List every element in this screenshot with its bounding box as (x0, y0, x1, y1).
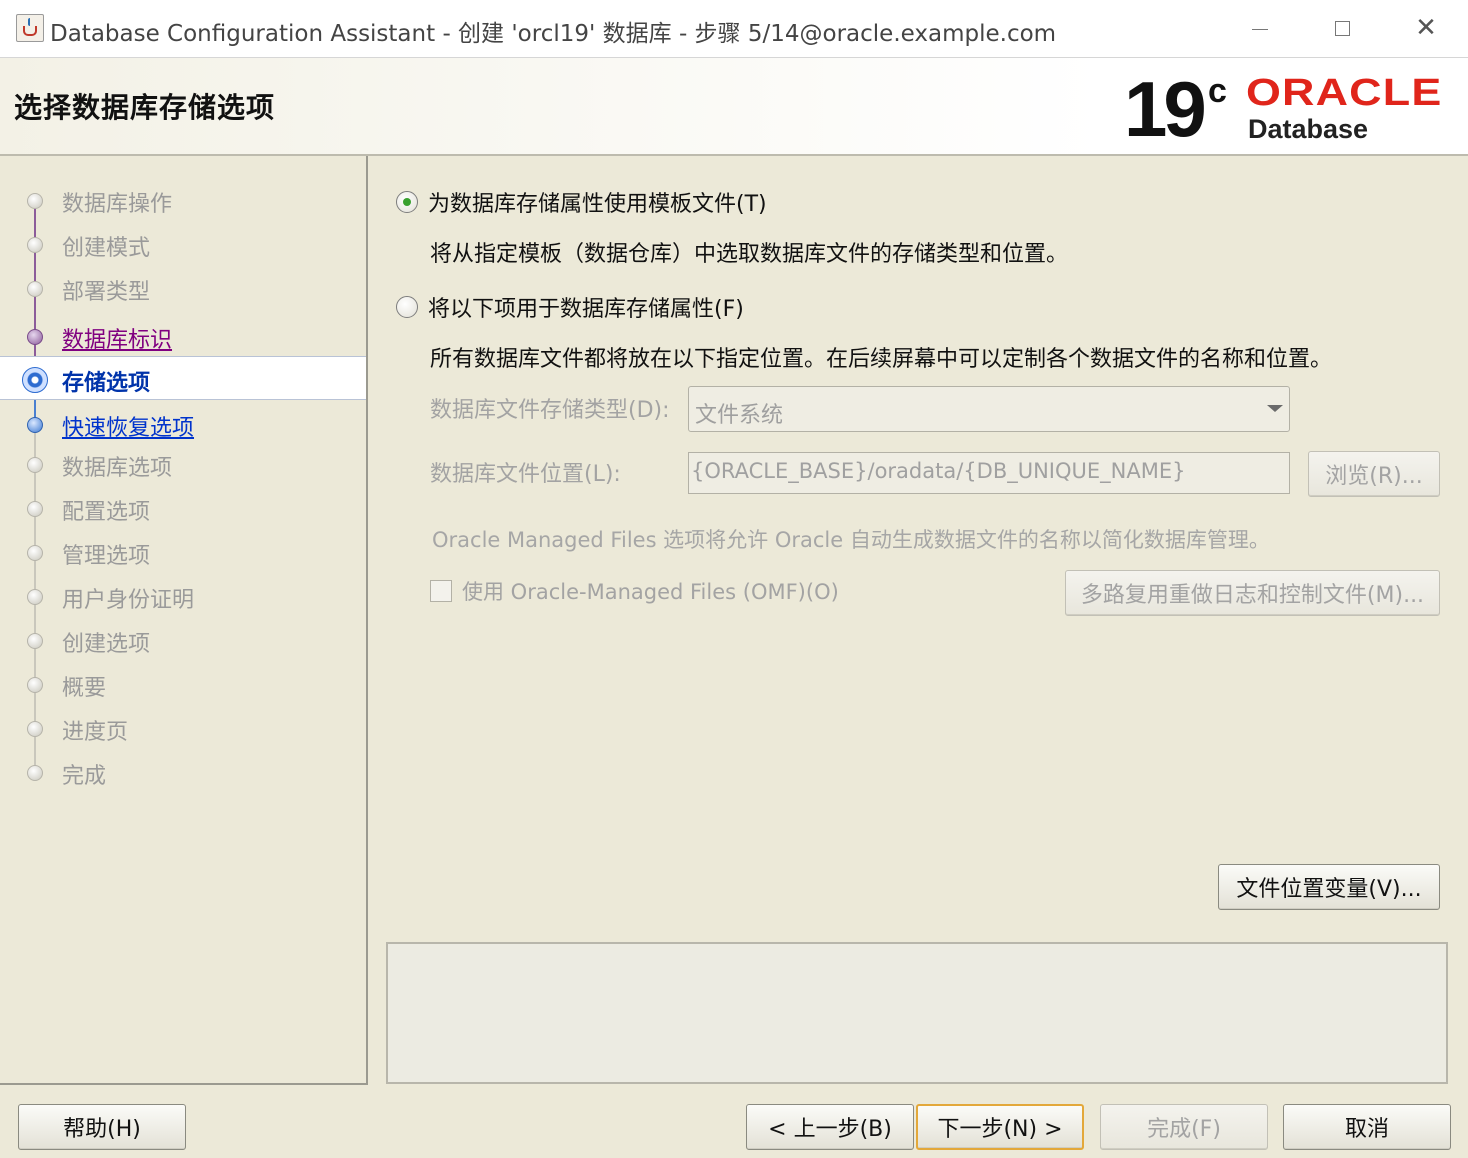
step-item: 配置选项 (0, 488, 366, 528)
step-dot-icon (27, 501, 43, 517)
file-location-variables-button[interactable]: 文件位置变量(V)... (1218, 864, 1440, 910)
storage-type-value: 文件系统 (695, 403, 784, 428)
step-label: 配置选项 (62, 500, 151, 525)
step-label: 数据库选项 (62, 456, 173, 481)
step-dot-icon (27, 765, 43, 781)
step-label: 管理选项 (62, 544, 151, 569)
template-storage-label[interactable]: 为数据库存储属性使用模板文件(T) (428, 186, 767, 218)
step-label: 数据库操作 (62, 192, 173, 217)
custom-storage-option[interactable]: 将以下项用于数据库存储属性(F) (396, 291, 744, 323)
current-step-label: 存储选项 (62, 371, 151, 396)
step-item: 进度页 (0, 708, 366, 748)
page-title: 选择数据库存储选项 (14, 91, 276, 124)
step-item: 管理选项 (0, 532, 366, 572)
storage-type-label: 数据库文件存储类型(D): (430, 398, 670, 423)
logo-superscript: c (1208, 72, 1227, 110)
step-item: 完成 (0, 752, 366, 792)
step-item: 数据库操作 (0, 180, 366, 220)
maximize-icon (1334, 20, 1350, 36)
template-storage-option[interactable]: 为数据库存储属性使用模板文件(T) (396, 186, 767, 218)
template-storage-radio[interactable] (396, 191, 418, 213)
help-button[interactable]: 帮助(H) (18, 1104, 186, 1150)
custom-storage-description: 所有数据库文件都将放在以下指定位置。在后续屏幕中可以定制各个数据文件的名称和位置… (430, 347, 1333, 372)
step-dot-icon (27, 633, 43, 649)
step-dot-icon (27, 329, 43, 345)
step-item: 数据库选项 (0, 444, 366, 484)
step-item: 部署类型 (0, 268, 366, 308)
step-dot-icon (27, 281, 43, 297)
next-button[interactable]: 下一步(N) > (916, 1104, 1084, 1150)
close-icon: ✕ (1415, 13, 1437, 43)
omf-note: Oracle Managed Files 选项将允许 Oracle 自动生成数据… (432, 528, 1270, 552)
step-label: 创建选项 (62, 632, 151, 657)
step-dot-icon (27, 721, 43, 737)
step-item: 创建模式 (0, 224, 366, 264)
step-dot-icon (27, 677, 43, 693)
close-button[interactable]: ✕ (1396, 10, 1456, 46)
logo-brand: ORACLE (1246, 72, 1443, 114)
window-title: Database Configuration Assistant - 创建 'o… (50, 21, 1057, 47)
file-location-input[interactable]: {ORACLE_BASE}/oradata/{DB_UNIQUE_NAME} (688, 452, 1290, 494)
chevron-down-icon (1267, 405, 1283, 412)
steps-sidebar: 数据库操作 创建模式 部署类型 数据库标识 存储选项 快速恢复选项 数据库选项 … (0, 156, 368, 1085)
maximize-button[interactable] (1312, 10, 1372, 46)
current-step-icon (22, 367, 48, 393)
file-location-label: 数据库文件位置(L): (430, 462, 621, 487)
page-header: 选择数据库存储选项 19 c ORACLE Database (0, 58, 1468, 156)
window-titlebar: Database Configuration Assistant - 创建 'o… (0, 0, 1468, 58)
message-pane (386, 942, 1448, 1084)
multiplex-redo-logs-button[interactable]: 多路复用重做日志和控制文件(M)... (1065, 570, 1440, 616)
storage-type-select[interactable]: 文件系统 (688, 386, 1290, 432)
custom-storage-label[interactable]: 将以下项用于数据库存储属性(F) (428, 291, 744, 323)
step-link[interactable]: 数据库标识 (62, 322, 172, 354)
step-label: 用户身份证明 (62, 588, 195, 613)
logo-version: 19 (1124, 65, 1207, 153)
minimize-icon (1252, 28, 1268, 30)
step-item: 创建选项 (0, 620, 366, 660)
omf-checkbox[interactable] (430, 580, 452, 602)
oracle-database-logo: 19 c ORACLE Database (1124, 66, 1454, 150)
step-label: 概要 (62, 676, 107, 701)
step-label: 完成 (62, 764, 107, 789)
step-label: 进度页 (62, 720, 129, 745)
step-dot-icon (27, 193, 43, 209)
browse-button[interactable]: 浏览(R)... (1308, 451, 1440, 497)
custom-storage-radio[interactable] (396, 296, 418, 318)
step-label: 部署类型 (62, 280, 151, 305)
step-dot-icon (27, 545, 43, 561)
omf-option[interactable]: 使用 Oracle-Managed Files (OMF)(O) (430, 576, 839, 606)
step-item-fast-recovery[interactable]: 快速恢复选项 (0, 404, 366, 444)
minimize-button[interactable] (1230, 10, 1290, 46)
finish-button[interactable]: 完成(F) (1100, 1104, 1268, 1150)
wizard-footer: 帮助(H) < 上一步(B) 下一步(N) > 完成(F) 取消 (0, 1086, 1468, 1158)
step-item: 概要 (0, 664, 366, 704)
omf-checkbox-label[interactable]: 使用 Oracle-Managed Files (OMF)(O) (462, 576, 839, 606)
step-dot-icon (27, 237, 43, 253)
cancel-button[interactable]: 取消 (1283, 1104, 1451, 1150)
step-item: 用户身份证明 (0, 576, 366, 616)
storage-options-panel: 为数据库存储属性使用模板文件(T) 将从指定模板（数据仓库）中选取数据库文件的存… (368, 156, 1468, 1086)
step-item-database-id[interactable]: 数据库标识 (0, 316, 366, 356)
java-app-icon (16, 14, 44, 42)
step-dot-icon (27, 589, 43, 605)
template-storage-description: 将从指定模板（数据仓库）中选取数据库文件的存储类型和位置。 (430, 242, 1069, 267)
logo-product: Database (1248, 114, 1369, 144)
step-dot-icon (27, 457, 43, 473)
step-label: 创建模式 (62, 236, 151, 261)
step-link[interactable]: 快速恢复选项 (62, 410, 194, 442)
step-item-current: 存储选项 (0, 356, 366, 400)
back-button[interactable]: < 上一步(B) (746, 1104, 914, 1150)
step-dot-icon (27, 417, 43, 433)
